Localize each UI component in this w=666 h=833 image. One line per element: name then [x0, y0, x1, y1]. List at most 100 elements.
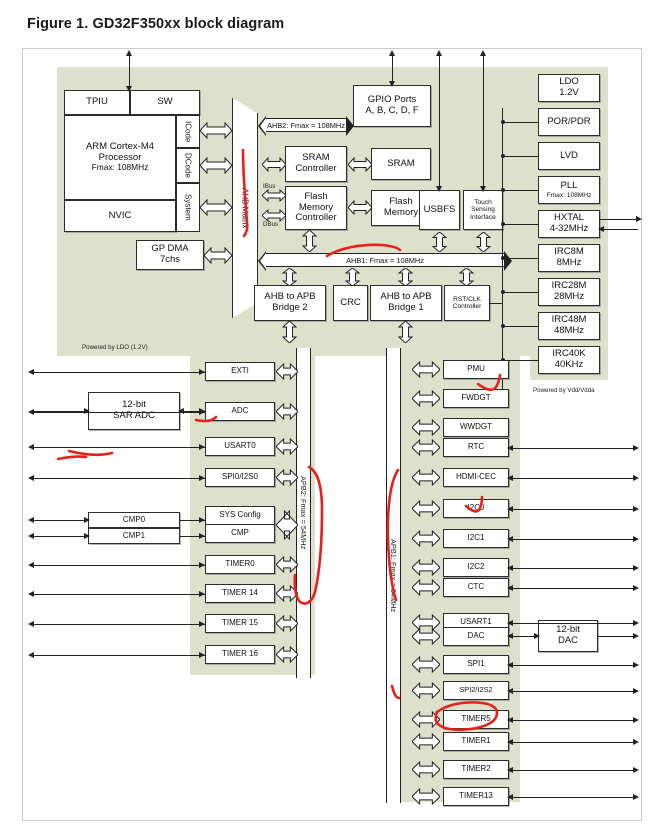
bus-double-arrow — [412, 788, 440, 805]
crc-label: CRC — [340, 296, 361, 308]
apb1-block-i2c2[interactable]: I2C2 — [443, 558, 509, 577]
apb1-block-i2c1-label: I2C1 — [467, 533, 485, 543]
ahb1-bus-label: AHB1: Fmax = 108MHz — [346, 255, 424, 265]
system-label: System — [183, 194, 193, 221]
wire — [30, 477, 205, 479]
usbfs-label: USBFS — [423, 203, 456, 215]
apb1-block-timer5-label: TIMER5 — [461, 714, 491, 724]
usbfs-block: USBFS — [419, 190, 460, 230]
touch-line3: Interface — [470, 213, 496, 221]
wire — [30, 371, 205, 373]
apb2-block-timer-14[interactable]: TIMER 14 — [205, 584, 275, 603]
bus-double-arrow — [412, 390, 440, 407]
bus-double-arrow — [412, 682, 440, 699]
wire — [598, 636, 637, 637]
nvic-block: NVIC — [64, 200, 176, 232]
ahb1-bus: AHB1: Fmax = 108MHz — [258, 251, 512, 271]
clock-block-hxtal: HXTAL 4-32MHz — [538, 210, 600, 238]
powered-by-vdd-note: Powered by Vdd/Vdda — [533, 387, 595, 394]
apb1-block-spi1[interactable]: SPI1 — [443, 655, 509, 674]
clock-block-irc40k: IRC40K 40KHz — [538, 346, 600, 374]
nvic-label: NVIC — [108, 209, 132, 221]
wire — [503, 224, 538, 225]
flash-ctrl-down-arrow — [302, 230, 317, 252]
apb1-block-rtc[interactable]: RTC — [443, 438, 509, 457]
clock-block-lvd-line1: LVD — [560, 149, 578, 161]
apb2-block-sys-config[interactable]: SYS Config — [205, 506, 275, 525]
bridge1-line2: Bridge 1 — [388, 302, 424, 313]
wire — [600, 219, 638, 220]
arrow-head — [178, 408, 184, 414]
apb2-block-exti[interactable]: EXTI — [205, 362, 275, 381]
flash-line2: Memory — [383, 207, 419, 218]
wire — [129, 52, 130, 90]
clock-block-irc48m-line2: 48MHz — [553, 325, 585, 336]
arrow-head — [636, 216, 642, 222]
bridge2-line2: Bridge 2 — [272, 302, 308, 313]
arrow-head — [633, 584, 639, 591]
arrow-head — [199, 651, 205, 658]
wire — [509, 477, 637, 479]
apb1-block-spi1-label: SPI1 — [467, 659, 485, 669]
apb1-block-fwdgt[interactable]: FWDGT — [443, 389, 509, 408]
wire — [509, 769, 637, 771]
apb1-block-i2c1[interactable]: I2C1 — [443, 529, 509, 548]
sw-label: SW — [157, 96, 173, 108]
touch-line2: Sensing — [471, 206, 495, 214]
apb2-block-timer-16[interactable]: TIMER 16 — [205, 645, 275, 664]
dac-12bit-block: 12-bit DAC — [538, 620, 598, 652]
apb1-block-timer5[interactable]: TIMER5 — [443, 710, 509, 729]
apb1-block-timer2-label: TIMER2 — [461, 764, 491, 774]
bus-double-arrow — [412, 579, 440, 596]
apb1-block-timer2[interactable]: TIMER2 — [443, 760, 509, 779]
clock-block-ldo-line2: 1.2V — [559, 87, 579, 98]
apb2-block-spi0-i2s0[interactable]: SPI0/I2S0 — [205, 468, 275, 487]
rstclk-line2: Controller — [452, 303, 482, 310]
apb1-block-dac[interactable]: DAC — [443, 627, 509, 646]
clock-block-irc48m: IRC48M 48MHz — [538, 312, 600, 340]
apb1-block-pmu[interactable]: PMU — [443, 360, 509, 379]
apb1-block-i2c2-label: I2C2 — [467, 562, 485, 572]
apb1-block-spi2-i2s2[interactable]: SPI2/I2S2 — [443, 681, 509, 700]
apb2-block-cmp[interactable]: CMP — [205, 524, 275, 543]
apb1-block-fwdgt-label: FWDGT — [461, 393, 491, 403]
apb2-block-timer-16-label: TIMER 16 — [221, 649, 258, 659]
rst-clk-controller-block: RST/CLK Controller — [444, 285, 490, 321]
arrow-head — [507, 738, 513, 745]
touch-down-arrow — [476, 232, 491, 252]
apb2-block-exti-label: EXTI — [231, 366, 249, 376]
arrow-head — [199, 443, 205, 450]
apb1-block-i2c0[interactable]: I2C0 — [443, 499, 509, 518]
wire — [30, 520, 88, 521]
apb2-block-timer0[interactable]: TIMER0 — [205, 555, 275, 574]
arrow-head — [28, 368, 34, 375]
bus-double-arrow — [412, 761, 440, 778]
apb1-block-timer1[interactable]: TIMER1 — [443, 732, 509, 751]
arrow-head — [507, 584, 513, 591]
apb2-block-timer-15[interactable]: TIMER 15 — [205, 614, 275, 633]
arrow-head — [28, 620, 34, 627]
clock-block-irc8m-line2: 8MHz — [556, 257, 582, 268]
apb1-block-wwdgt[interactable]: WWDGT — [443, 418, 509, 437]
apb2-block-adc[interactable]: ADC — [205, 402, 275, 421]
apb1-block-timer13[interactable]: TIMER13 — [443, 787, 509, 806]
bus-double-arrow — [276, 556, 298, 573]
bus-double-arrow — [276, 403, 298, 420]
arrow-head — [28, 474, 34, 481]
arrow-head — [507, 633, 513, 639]
apb1-block-ctc[interactable]: CTC — [443, 578, 509, 597]
apb1-block-timer13-label: TIMER13 — [459, 791, 493, 801]
clock-block-pll-line2: Fmax: 108MHz — [546, 191, 592, 199]
clock-block-pll: PLL Fmax: 108MHz — [538, 176, 600, 204]
arrow-head — [84, 533, 90, 539]
apb2-block-adc-label: ADC — [231, 406, 249, 416]
arrow-head — [199, 517, 205, 523]
wire — [600, 229, 638, 230]
apb1-block-hdmi-cec[interactable]: HDMI-CEC — [443, 468, 509, 487]
arrow-head — [199, 368, 205, 375]
rstclk-up-arrow — [459, 268, 474, 286]
wire — [30, 593, 205, 595]
arrow-head — [199, 408, 205, 414]
apb2-block-usart0[interactable]: USART0 — [205, 437, 275, 456]
bus-double-arrow — [276, 615, 298, 632]
